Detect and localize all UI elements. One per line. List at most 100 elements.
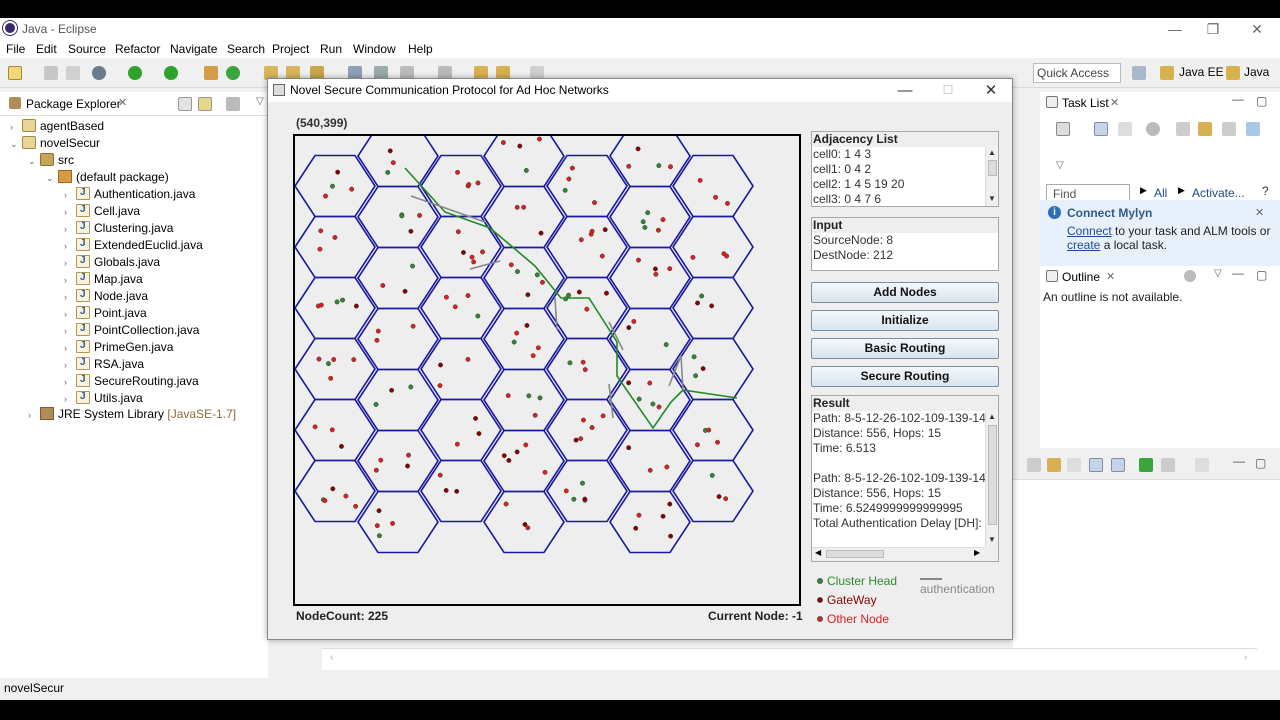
- scroll-up-icon[interactable]: ▲: [986, 411, 998, 423]
- scroll-up-icon[interactable]: ▲: [986, 147, 998, 159]
- tree-project-novelsecur[interactable]: ⌄ novelSecur: [10, 136, 100, 153]
- maximize-view-icon[interactable]: ▢: [1256, 94, 1267, 108]
- menu-navigate[interactable]: Navigate: [170, 42, 217, 56]
- task-filter-all[interactable]: All: [1154, 186, 1167, 200]
- console-scroll-lock-icon[interactable]: [1047, 458, 1061, 472]
- focus-icon[interactable]: [1184, 270, 1196, 282]
- task-list-title[interactable]: Task List: [1062, 96, 1109, 110]
- mylyn-connect-link[interactable]: Connect: [1067, 224, 1112, 238]
- scheduled-icon[interactable]: [1118, 122, 1132, 136]
- expand-tasks-icon[interactable]: [1222, 122, 1236, 136]
- package-explorer-title[interactable]: Package Explorer: [26, 97, 121, 111]
- tree-java-file[interactable]: ›SecureRouting.java: [64, 374, 199, 391]
- minimize-view-icon[interactable]: —: [1232, 266, 1244, 280]
- menu-project[interactable]: Project: [272, 42, 309, 56]
- maximize-view-icon[interactable]: ▢: [1255, 456, 1266, 470]
- scroll-left-icon[interactable]: ◀: [815, 548, 821, 557]
- scroll-right-icon[interactable]: ▶: [974, 548, 980, 557]
- task-repositories-icon[interactable]: [1246, 122, 1260, 136]
- result-text[interactable]: Path: 8-5-12-26-102-109-139-141 Distance…: [812, 411, 985, 547]
- console-new-icon[interactable]: [1161, 458, 1175, 472]
- outline-title[interactable]: Outline: [1062, 270, 1100, 284]
- tree-java-file[interactable]: ›Map.java: [64, 272, 143, 289]
- minimize-view-icon[interactable]: —: [1233, 454, 1245, 468]
- menu-window[interactable]: Window: [353, 42, 396, 56]
- tree-project-agentbased[interactable]: › agentBased: [10, 119, 104, 136]
- console-clear-icon[interactable]: [1027, 458, 1041, 472]
- input-text[interactable]: SourceNode: 8 DestNode: 212: [812, 233, 998, 270]
- add-nodes-button[interactable]: Add Nodes: [811, 282, 999, 303]
- run-external-icon[interactable]: [164, 66, 178, 80]
- scroll-thumb[interactable]: [826, 550, 884, 558]
- open-perspective-icon[interactable]: [1132, 66, 1146, 80]
- view-menu-icon[interactable]: ▽: [1214, 268, 1222, 279]
- java-perspective-icon[interactable]: [1226, 66, 1240, 80]
- tree-jre-library[interactable]: › JRE System Library [JavaSE-1.7]: [28, 407, 236, 424]
- editor-hscroll[interactable]: ‹ ›: [322, 648, 1257, 670]
- tree-java-file[interactable]: ›RSA.java: [64, 357, 144, 374]
- tree-java-file[interactable]: ›Point.java: [64, 306, 147, 323]
- adjacency-scrollbar[interactable]: ▲ ▼: [985, 147, 998, 206]
- tree-java-file[interactable]: ›Clustering.java: [64, 221, 173, 238]
- result-vscrollbar[interactable]: ▲ ▼: [985, 411, 998, 547]
- menu-help[interactable]: Help: [408, 42, 433, 56]
- close-view-icon[interactable]: ✕: [1106, 270, 1115, 283]
- collapse-tasks-icon[interactable]: [1176, 122, 1190, 136]
- close-view-icon[interactable]: ✕: [118, 96, 127, 109]
- java-ee-perspective-icon[interactable]: [1160, 66, 1174, 80]
- save-icon[interactable]: [44, 66, 58, 80]
- tree-java-file[interactable]: ›ExtendedEuclid.java: [64, 238, 203, 255]
- maximize-icon[interactable]: ❐: [1198, 20, 1228, 38]
- console-word-wrap-icon[interactable]: [1067, 458, 1081, 472]
- tree-java-file[interactable]: ›Node.java: [64, 289, 148, 306]
- initialize-button[interactable]: Initialize: [811, 310, 999, 331]
- menu-search[interactable]: Search: [227, 42, 265, 56]
- adjacency-list-text[interactable]: cell0: 1 4 3 cell1: 0 4 2 cell2: 1 4 5 1…: [812, 147, 985, 206]
- tree-java-file[interactable]: ›Cell.java: [64, 204, 140, 221]
- minimize-view-icon[interactable]: —: [1232, 92, 1244, 106]
- result-hscrollbar[interactable]: ◀ ▶: [812, 547, 985, 560]
- tree-java-file[interactable]: ›Globals.java: [64, 255, 160, 272]
- tree-java-file[interactable]: ›PointCollection.java: [64, 323, 199, 340]
- menu-file[interactable]: File: [6, 42, 25, 56]
- menu-run[interactable]: Run: [320, 42, 342, 56]
- scroll-down-icon[interactable]: ▼: [986, 193, 998, 205]
- run-icon[interactable]: [128, 66, 142, 80]
- menu-refactor[interactable]: Refactor: [115, 42, 160, 56]
- scroll-right-icon[interactable]: ›: [1244, 652, 1247, 663]
- close-icon[interactable]: ✕: [971, 79, 1011, 102]
- minimize-icon[interactable]: —: [885, 79, 925, 102]
- secure-routing-button[interactable]: Secure Routing: [811, 366, 999, 387]
- maximize-view-icon[interactable]: ▢: [1256, 268, 1267, 282]
- close-icon[interactable]: ✕: [1255, 206, 1264, 219]
- new-package-icon[interactable]: [204, 66, 218, 80]
- new-class-icon[interactable]: [226, 66, 240, 80]
- new-file-icon[interactable]: [8, 66, 22, 80]
- task-activate-link[interactable]: Activate...: [1192, 186, 1245, 200]
- menu-edit[interactable]: Edit: [36, 42, 57, 56]
- perspective-java-ee[interactable]: Java EE: [1179, 65, 1224, 79]
- console-select-icon[interactable]: [1195, 458, 1209, 472]
- view-menu-icon[interactable]: ▽: [256, 96, 264, 107]
- scroll-down-icon[interactable]: ▼: [986, 534, 998, 546]
- maximize-icon[interactable]: ☐: [928, 79, 968, 102]
- focus-icon[interactable]: [226, 97, 240, 111]
- tree-java-file[interactable]: ›Authentication.java: [64, 187, 195, 204]
- network-graph[interactable]: [294, 124, 799, 604]
- quick-access-input[interactable]: Quick Access: [1033, 63, 1121, 83]
- tree-java-file[interactable]: ›PrimeGen.java: [64, 340, 173, 357]
- tree-java-file[interactable]: ›Utils.java: [64, 391, 143, 408]
- save-all-icon[interactable]: [66, 66, 80, 80]
- link-with-editor-icon[interactable]: [198, 97, 212, 111]
- help-icon[interactable]: ?: [1262, 184, 1269, 198]
- close-icon[interactable]: ✕: [1242, 20, 1272, 38]
- view-menu-icon[interactable]: ▽: [1056, 160, 1064, 171]
- scroll-thumb[interactable]: [988, 160, 997, 176]
- scroll-left-icon[interactable]: ‹: [330, 652, 333, 663]
- console-display-icon[interactable]: [1111, 458, 1125, 472]
- console-pin-icon[interactable]: [1089, 458, 1103, 472]
- close-view-icon[interactable]: ✕: [1110, 96, 1119, 109]
- perspective-java[interactable]: Java: [1244, 65, 1269, 79]
- scroll-thumb[interactable]: [988, 425, 997, 525]
- network-canvas[interactable]: [293, 124, 801, 606]
